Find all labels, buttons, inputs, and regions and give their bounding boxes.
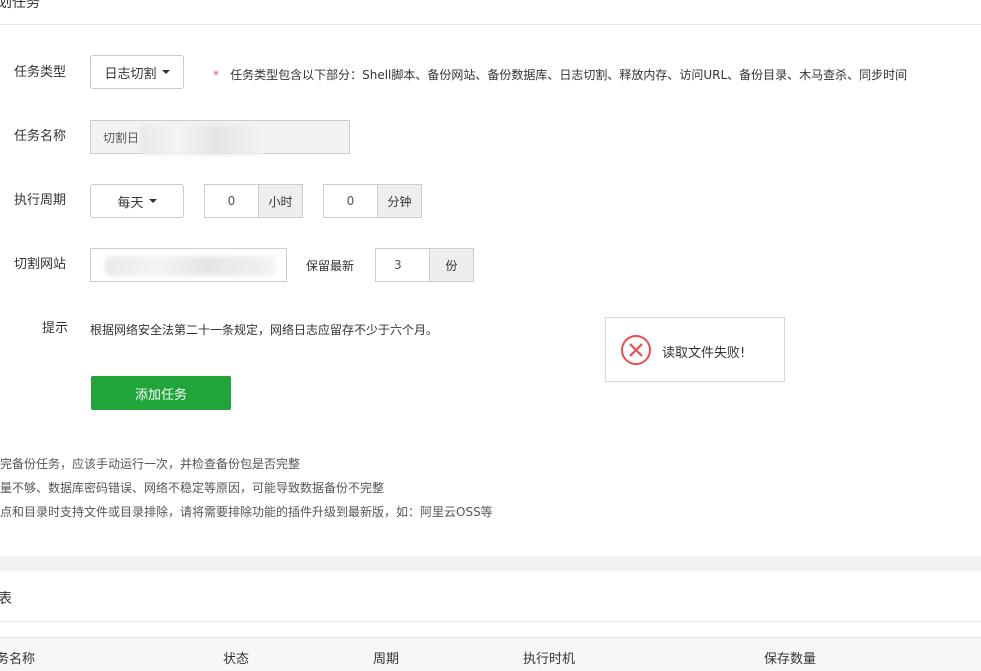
hour-input[interactable]: 0 [204, 184, 259, 218]
task-name-label: 任务名称 [14, 129, 67, 144]
column-execution-time: 执行时机 [523, 652, 576, 667]
task-type-hint: * 任务类型包含以下部分：Shell脚本、备份网站、备份数据库、日志切割、释放内… [213, 64, 907, 83]
task-type-label: 任务类型 [14, 65, 67, 80]
error-toast: 读取文件失败! [605, 317, 785, 382]
panel-title: 划任务 [0, 0, 40, 11]
column-keep-count: 保存数量 [764, 652, 817, 667]
column-task-name: 务名称 [0, 652, 36, 667]
note-line-1: 加完备份任务，应该手动运行一次，并检查备份包是否完整 [0, 457, 301, 471]
task-type-hint-text: 任务类型包含以下部分：Shell脚本、备份网站、备份数据库、日志切割、释放内存、… [230, 68, 908, 82]
task-type-selected: 日志切割 [104, 66, 157, 82]
keep-count-input[interactable]: 3 [375, 248, 430, 282]
keep-latest-label: 保留最新 [306, 259, 355, 273]
table-header [0, 637, 981, 671]
error-circle-icon [621, 335, 651, 365]
list-title: 表 [0, 591, 12, 607]
toast-message: 读取文件失败! [662, 346, 746, 361]
tip-text: 根据网络安全法第二十一条规定，网络日志应留存不少于六个月。 [90, 323, 439, 337]
cycle-selected: 每天 [117, 195, 144, 211]
cycle-label: 执行周期 [14, 193, 67, 208]
cycle-select[interactable]: 每天 [90, 184, 184, 218]
note-line-3: 站点和目录时支持文件或目录排除，请将需要排除功能的插件升级到最新版，如：阿里云O… [0, 505, 493, 519]
hour-value: 0 [227, 194, 236, 208]
required-star: * [213, 68, 219, 82]
note-line-2: 容量不够、数据库密码错误、网络不稳定等原因，可能导致数据备份不完整 [0, 481, 385, 495]
minute-input[interactable]: 0 [323, 184, 378, 218]
task-name-value: 切割日 [103, 130, 140, 145]
column-cycle: 周期 [373, 652, 400, 667]
caret-down-icon [148, 199, 157, 203]
add-task-button[interactable]: 添加任务 [91, 376, 231, 410]
minute-value: 0 [346, 194, 355, 208]
tip-label: 提示 [42, 321, 69, 336]
site-label: 切割网站 [14, 257, 67, 272]
caret-down-icon [161, 70, 170, 74]
section-divider [0, 556, 981, 571]
column-status: 状态 [223, 652, 250, 667]
task-type-select[interactable]: 日志切割 [90, 55, 184, 89]
keep-count-unit: 份 [430, 248, 474, 282]
panel-header [0, 0, 981, 25]
redacted-task-name [140, 125, 265, 155]
minute-unit: 分钟 [378, 184, 422, 218]
hour-unit: 小时 [259, 184, 303, 218]
redacted-site [105, 256, 275, 276]
list-title-divider [0, 621, 981, 622]
keep-count-value: 3 [394, 258, 402, 272]
